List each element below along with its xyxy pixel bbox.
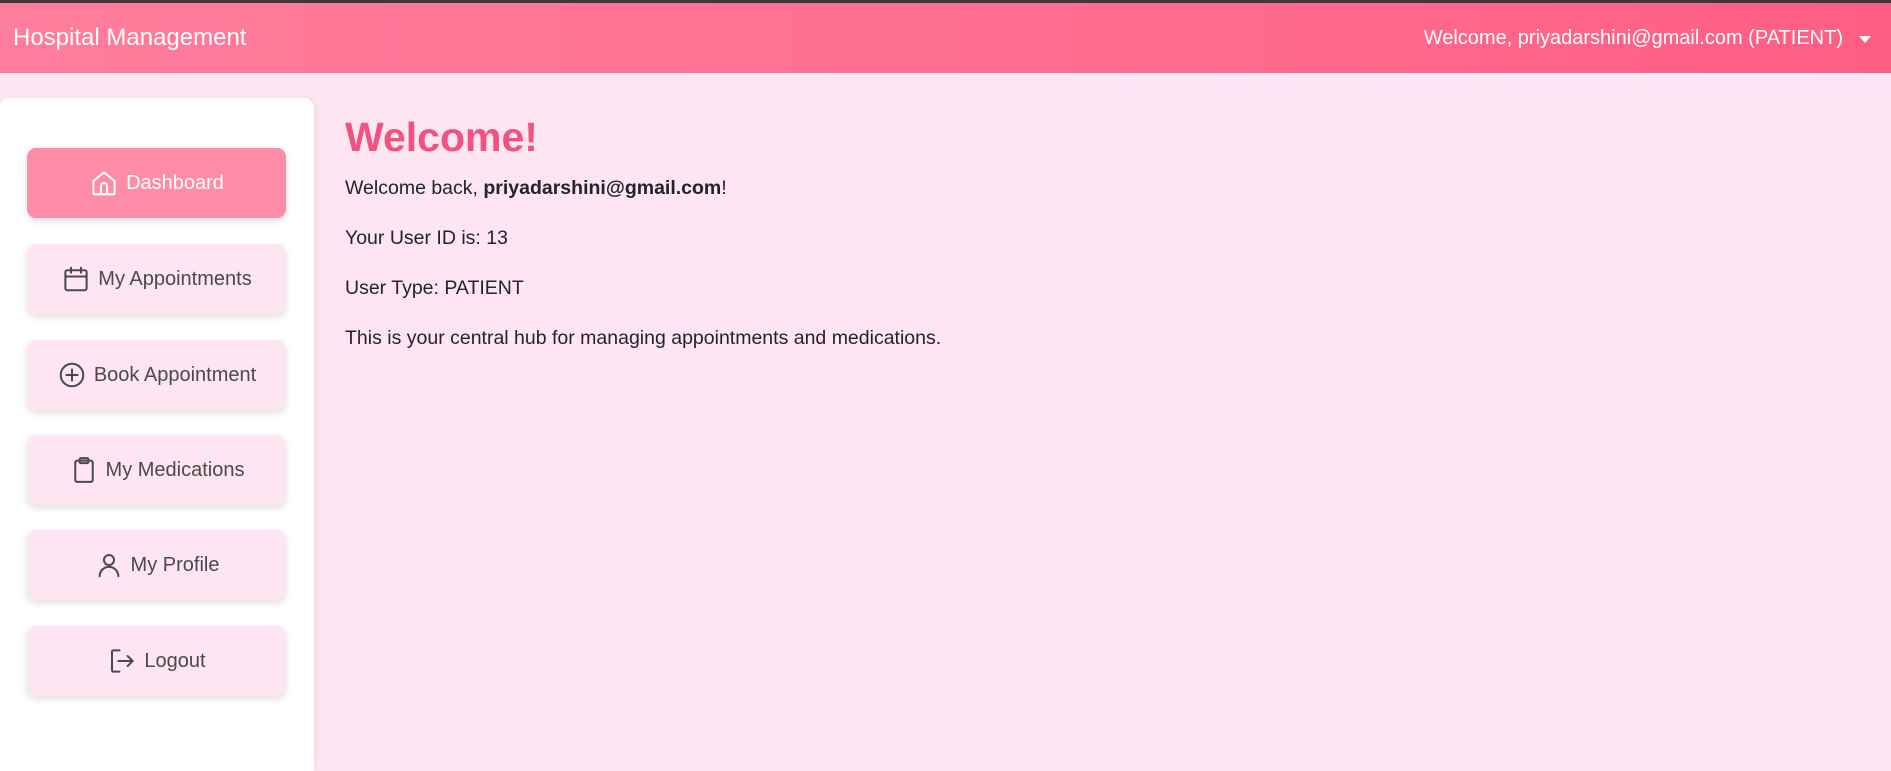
sidebar-item-my-profile[interactable]: My Profile	[27, 530, 286, 600]
user-type-line: User Type: PATIENT	[345, 277, 524, 299]
top-navbar: Hospital Management Welcome, priyadarshi…	[0, 3, 1891, 73]
sidebar-item-book-appointment[interactable]: Book Appointment	[27, 340, 286, 410]
sidebar-item-my-medications[interactable]: My Medications	[27, 435, 286, 505]
sidebar: Dashboard My Appointments Book Appointme…	[0, 98, 314, 771]
sidebar-item-label: My Profile	[130, 553, 220, 576]
sidebar-item-label: My Appointments	[98, 267, 252, 290]
user-menu-dropdown[interactable]: Welcome, priyadarshini@gmail.com (PATIEN…	[1424, 27, 1879, 50]
user-id-line: Your User ID is: 13	[345, 227, 508, 249]
user-email: priyadarshini@gmail.com	[483, 177, 722, 199]
user-icon	[98, 554, 119, 578]
sidebar-item-dashboard[interactable]: Dashboard	[27, 148, 286, 218]
welcome-prefix: Welcome back,	[345, 177, 484, 199]
sidebar-item-label: Book Appointment	[93, 363, 257, 386]
welcome-message: Welcome back, priyadarshini@gmail.com!	[345, 175, 1845, 201]
sidebar-item-logout[interactable]: Logout	[27, 626, 286, 696]
sidebar-item-label: Logout	[144, 649, 206, 672]
page-title: Welcome!	[345, 114, 538, 160]
sidebar-item-label: My Medications	[105, 458, 245, 481]
main-content: Welcome! Welcome back, priyadarshini@gma…	[345, 110, 1845, 375]
home-icon	[92, 171, 116, 196]
welcome-suffix: !	[721, 177, 727, 199]
plus-circle-icon	[59, 362, 85, 388]
user-menu-label: Welcome, priyadarshini@gmail.com (PATIEN…	[1423, 26, 1843, 49]
hub-description: This is your central hub for managing ap…	[345, 327, 942, 349]
clipboard-icon	[73, 457, 94, 483]
sidebar-item-my-appointments[interactable]: My Appointments	[27, 244, 286, 314]
sidebar-item-label: Dashboard	[126, 171, 224, 194]
calendar-icon	[64, 266, 88, 292]
brand-title[interactable]: Hospital Management	[13, 24, 246, 52]
caret-down-icon	[1859, 35, 1871, 43]
logout-icon	[111, 649, 135, 673]
